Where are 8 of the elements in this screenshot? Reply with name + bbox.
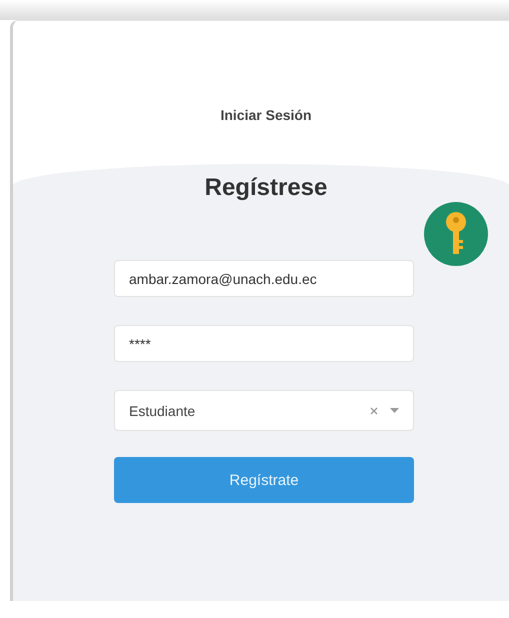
email-field[interactable]: ambar.zamora@unach.edu.ec bbox=[114, 260, 414, 297]
caret-icon[interactable] bbox=[390, 408, 399, 413]
key-icon bbox=[424, 202, 488, 266]
page-title: Regístrese bbox=[204, 174, 328, 202]
clear-icon[interactable] bbox=[370, 406, 378, 414]
login-link[interactable]: Iniciar Sesión bbox=[220, 107, 312, 123]
role-select[interactable]: Estudiante bbox=[114, 390, 414, 431]
password-field[interactable]: **** bbox=[114, 325, 414, 362]
